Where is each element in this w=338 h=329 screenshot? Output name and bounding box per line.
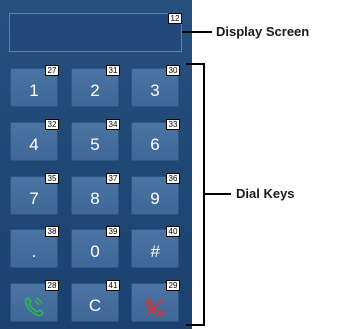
key-badge: 39 <box>106 226 120 237</box>
key-label: . <box>31 242 37 261</box>
key-badge: 30 <box>166 65 180 76</box>
key-badge: 33 <box>166 119 180 130</box>
key-6[interactable]: 6 33 <box>131 119 180 161</box>
key-2[interactable]: 2 31 <box>71 65 120 107</box>
key-badge: 29 <box>166 280 180 291</box>
key-label: 2 <box>90 81 100 100</box>
key-label: 4 <box>29 135 39 154</box>
key-label: 0 <box>90 242 100 261</box>
key-label: 7 <box>29 189 39 208</box>
phone-panel: 12 1 27 2 31 3 30 4 32 5 34 6 33 7 35 8 … <box>0 0 192 329</box>
key-4[interactable]: 4 32 <box>10 119 59 161</box>
key-9[interactable]: 9 36 <box>131 173 180 215</box>
key-badge: 34 <box>106 119 120 130</box>
key-badge: 28 <box>45 280 59 291</box>
key-badge: 38 <box>45 226 59 237</box>
key-label: 6 <box>150 135 160 154</box>
key-7[interactable]: 7 35 <box>10 173 59 215</box>
key-badge: 36 <box>166 173 180 184</box>
call-icon <box>22 295 46 317</box>
key-badge: 32 <box>45 119 59 130</box>
display-badge: 12 <box>168 13 182 24</box>
key-hash[interactable]: # 40 <box>131 226 180 268</box>
key-dot[interactable]: . 38 <box>10 226 59 268</box>
key-1[interactable]: 1 27 <box>10 65 59 107</box>
display-leader-line <box>182 31 212 33</box>
hangup-button[interactable]: 29 <box>131 280 180 322</box>
key-badge: 35 <box>45 173 59 184</box>
key-label: 1 <box>29 81 39 100</box>
key-label: 5 <box>90 135 100 154</box>
key-label: C <box>88 296 102 315</box>
display-screen: 12 <box>9 13 182 52</box>
key-5[interactable]: 5 34 <box>71 119 120 161</box>
dial-keys-callout: Dial Keys <box>236 186 295 201</box>
dial-keys-leader-line <box>205 193 231 195</box>
key-label: 8 <box>90 189 100 208</box>
key-label: # <box>150 242 160 261</box>
key-8[interactable]: 8 37 <box>71 173 120 215</box>
key-label: 3 <box>150 81 160 100</box>
bracket-bottom <box>186 324 205 326</box>
key-clear[interactable]: C 41 <box>71 280 120 322</box>
key-badge: 27 <box>45 65 59 76</box>
key-badge: 31 <box>106 65 120 76</box>
display-screen-callout: Display Screen <box>216 24 310 39</box>
key-0[interactable]: 0 39 <box>71 226 120 268</box>
hangup-icon <box>142 295 168 317</box>
key-badge: 41 <box>106 280 120 291</box>
key-label: 9 <box>150 189 160 208</box>
key-3[interactable]: 3 30 <box>131 65 180 107</box>
call-button[interactable]: 28 <box>10 280 59 322</box>
key-badge: 37 <box>106 173 120 184</box>
key-badge: 40 <box>166 226 180 237</box>
